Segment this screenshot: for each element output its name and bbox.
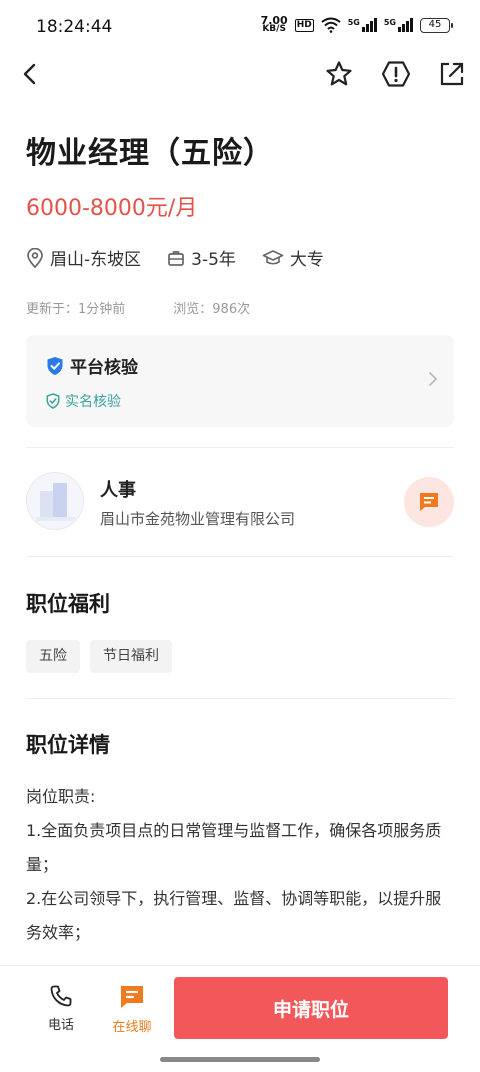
star-icon[interactable] [323, 58, 355, 90]
hd-icon: HD [294, 18, 314, 32]
company-logo [26, 472, 84, 530]
updated-time: 更新于：1分钟前 [26, 302, 126, 317]
wifi-icon [321, 17, 341, 33]
status-bar: 18:24:44 7.00 KB/S HD 5G 5G 45 [0, 0, 480, 50]
shield-check-icon [47, 356, 63, 375]
chat-icon [420, 493, 438, 511]
signal-icon-2: 5G [384, 18, 413, 32]
details-title: 职位详情 [26, 733, 110, 757]
battery-icon: 45 [420, 17, 453, 33]
bottom-action-bar: 电话 在线聊 申请职位 [0, 965, 480, 1051]
company-name: 眉山市金苑物业管理有限公司 [100, 510, 296, 528]
chat-button[interactable] [404, 477, 454, 527]
salary: 6000-8000元/月 [26, 196, 198, 221]
location-text: 眉山-东坡区 [50, 250, 142, 270]
chat-icon [121, 986, 143, 1008]
update-info: 更新于：1分钟前 浏览：986次 [26, 298, 250, 317]
company-card[interactable]: 人事 眉山市金苑物业管理有限公司 [26, 472, 454, 534]
divider [26, 556, 454, 557]
job-description: 岗位职责: 1.全面负责项目点的日常管理与监督工作，确保各项服务质量； 2.在公… [26, 780, 456, 950]
back-icon[interactable] [14, 58, 46, 90]
online-chat-label: 在线聊 [112, 1020, 152, 1035]
share-icon[interactable] [436, 58, 468, 90]
description-line: 1.全面负责项目点的日常管理与监督工作，确保各项服务质量； [26, 821, 442, 874]
education: 大专 [262, 245, 324, 270]
phone-label: 电话 [47, 1018, 74, 1033]
briefcase-icon [168, 250, 184, 266]
nav-bar [0, 52, 480, 96]
benefit-tag: 五险 [26, 640, 80, 673]
divider [26, 698, 454, 699]
benefits-title: 职位福利 [26, 592, 110, 616]
shield-check-outline-icon [46, 393, 60, 409]
location: 眉山-东坡区 [26, 245, 141, 270]
home-indicator[interactable] [160, 1057, 320, 1062]
job-meta: 眉山-东坡区 3-5年 大专 [26, 245, 350, 270]
net-speed-unit: KB/S [262, 24, 286, 34]
verification-sub-text: 实名核验 [65, 394, 121, 410]
verification-card[interactable]: 平台核验 实名核验 [26, 335, 454, 427]
verification-realname: 实名核验 [46, 391, 121, 411]
location-pin-icon [27, 247, 43, 268]
phone-button[interactable]: 电话 [31, 984, 91, 1033]
phone-icon [50, 985, 72, 1007]
education-text: 大专 [289, 250, 324, 270]
benefit-tags: 五险 节日福利 [26, 640, 172, 673]
status-icons: 7.00 KB/S HD 5G 5G 45 [261, 15, 453, 34]
graduation-cap-icon [262, 249, 284, 265]
apply-button[interactable]: 申请职位 [174, 977, 448, 1039]
experience-text: 3-5年 [191, 250, 236, 270]
verification-title: 平台核验 [46, 353, 138, 378]
status-time: 18:24:44 [36, 17, 113, 37]
contact-name: 人事 [100, 480, 136, 501]
experience: 3-5年 [167, 245, 236, 270]
benefit-tag: 节日福利 [90, 640, 172, 673]
report-icon[interactable] [380, 58, 412, 90]
signal-label-2: 5G [383, 18, 396, 27]
online-chat-button[interactable]: 在线聊 [102, 984, 162, 1035]
signal-label: 5G [347, 18, 360, 27]
description-line: 岗位职责: [26, 787, 96, 806]
chevron-right-icon [429, 372, 438, 386]
view-count: 浏览：986次 [173, 302, 251, 317]
signal-icon: 5G [348, 18, 377, 32]
job-title: 物业经理（五险） [26, 136, 274, 171]
verification-title-text: 平台核验 [70, 358, 138, 378]
divider [26, 447, 454, 448]
description-line: 2.在公司领导下，执行管理、监督、协调等职能，以提升服务效率； [26, 889, 442, 942]
net-speed: 7.00 KB/S [261, 15, 288, 34]
